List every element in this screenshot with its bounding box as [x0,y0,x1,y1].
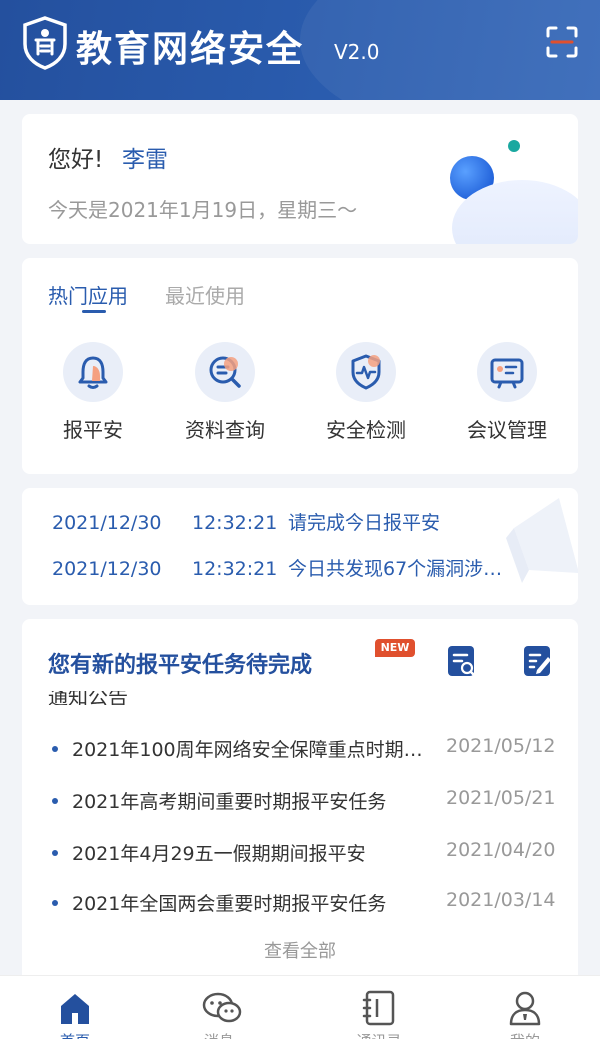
task-item-title: 2021年4月29五一假期期间报平安 [72,843,366,865]
notice-text: 请完成今日报平安 [288,512,441,534]
app-logo-icon [23,16,67,70]
app-label: 报平安 [63,418,123,442]
home-icon [61,994,89,1024]
task-item-title: 2021年100周年网络安全保障重点时期报平安 [72,739,427,761]
tab-recent-apps[interactable]: 最近使用 [165,280,245,309]
tab-hot-apps[interactable]: 热门应用 [48,280,128,309]
tab-messages-label: 消息 [144,1030,294,1039]
app-header: 教育网络安全 V2.0 [0,0,600,100]
app-version: V2.0 [334,40,380,64]
greeting-prefix: 您好! [48,147,104,173]
notice-date: 2021/12/30 [52,512,162,534]
task-item-date: 2021/05/21 [446,787,556,809]
app-label: 会议管理 [467,418,547,442]
task-card: 您有新的报平安任务待完成 NEW 通知公告 2021年100周年网络安全保障重点… [22,619,578,979]
bottom-tab-bar: 首页 消息 通讯录 我的 [0,975,600,1039]
edit-button[interactable] [523,645,553,679]
shield-pulse-icon [351,354,381,390]
tab-contacts-label: 通讯录 [304,1030,454,1039]
app-data-query[interactable]: 资料查询 [165,342,285,452]
tab-active-indicator [82,310,106,313]
bullet [52,746,58,752]
search-doc-icon [209,356,241,388]
app-title: 教育网络安全 [76,29,305,70]
bullet [52,900,58,906]
task-list-item[interactable]: 2021年100周年网络安全保障重点时期报平安 2021/05/12 [52,735,572,763]
apps-card: 热门应用 最近使用 报平安 资料查询 安全检测 会议管理 [22,258,578,474]
megaphone-icon [506,498,578,583]
notice-card[interactable]: 2021/12/30 12:32:21 请完成今日报平安 2021/12/30 12:… [22,488,578,605]
app-report-safe[interactable]: 报平安 [33,342,153,452]
user-icon [509,991,541,1026]
notice-date: 2021/12/30 [52,558,162,580]
app-icon-background [195,342,255,402]
task-item-date: 2021/05/12 [446,735,556,757]
new-badge: NEW [375,639,415,657]
bullet [52,850,58,856]
task-item-title: 2021年高考期间重要时期报平安任务 [72,791,387,813]
notice-item[interactable]: 2021/12/30 12:32:21 今日共发现67个漏洞涉… [52,554,502,581]
notice-time: 12:32:21 [192,558,278,580]
scan-icon[interactable] [546,26,578,58]
meeting-screen-icon [490,358,524,389]
greeting-card: 您好! 李雷 今天是2021年1月19日，星期三～ [22,114,578,244]
app-label: 资料查询 [185,418,265,442]
task-list-item[interactable]: 2021年全国两会重要时期报平安任务 2021/03/14 [52,889,572,917]
task-title[interactable]: 您有新的报平安任务待完成 [48,647,312,679]
chat-icon [202,992,242,1023]
app-label: 安全检测 [326,418,406,442]
task-item-date: 2021/03/14 [446,889,556,911]
greeting-decoration-icon [450,140,578,244]
app-security-check[interactable]: 安全检测 [306,342,426,452]
bell-icon [78,356,108,389]
tab-home[interactable]: 首页 [0,976,150,1039]
bullet [52,798,58,804]
task-list-item[interactable]: 2021年4月29五一假期期间报平安 2021/04/20 [52,839,572,867]
notice-time: 12:32:21 [192,512,278,534]
tab-contacts[interactable]: 通讯录 [304,976,454,1039]
announcement-heading: 通知公告 [48,691,128,705]
app-icon-background [336,342,396,402]
greeting-date: 今天是2021年1月19日，星期三～ [48,198,358,222]
app-icon-background [63,342,123,402]
user-name: 李雷 [122,147,168,173]
notice-item[interactable]: 2021/12/30 12:32:21 请完成今日报平安 [52,508,440,535]
tab-home-label: 首页 [0,1030,150,1039]
tab-profile-label: 我的 [450,1030,600,1039]
app-icon-background [477,342,537,402]
task-item-title: 2021年全国两会重要时期报平安任务 [72,893,387,915]
contacts-book-icon [362,990,395,1026]
view-all-link[interactable]: 查看全部 [22,937,578,963]
notice-text: 今日共发现67个漏洞涉… [288,558,503,580]
search-doc-button[interactable] [447,645,477,679]
tab-profile[interactable]: 我的 [450,976,600,1039]
tab-messages[interactable]: 消息 [144,976,294,1039]
app-meeting-management[interactable]: 会议管理 [447,342,567,452]
task-list-item[interactable]: 2021年高考期间重要时期报平安任务 2021/05/21 [52,787,572,815]
task-item-date: 2021/04/20 [446,839,556,861]
